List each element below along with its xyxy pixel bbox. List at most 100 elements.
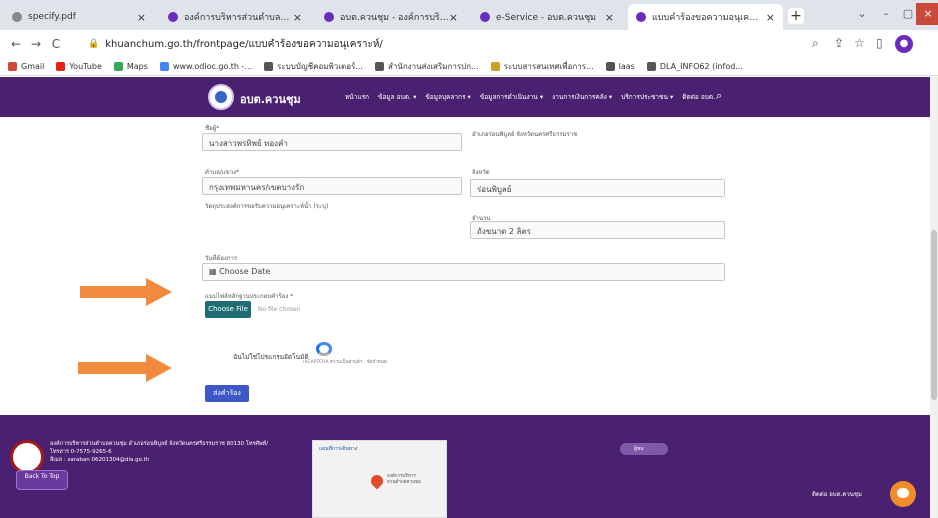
choose-file-button[interactable]: Choose File bbox=[205, 301, 251, 318]
close-icon[interactable]: × bbox=[766, 11, 775, 24]
close-icon[interactable]: × bbox=[293, 11, 302, 24]
district-label: ตำบล/แขวง* bbox=[205, 169, 240, 176]
purpose-label: วัตถุประสงค์การขอรับความอนุเคราะห์น้ำ (ร… bbox=[205, 203, 329, 210]
bookmark-maps[interactable]: Maps bbox=[113, 62, 148, 71]
recaptcha-label[interactable]: ฉันไม่ใช่โปรแกรมอัตโนมัติ bbox=[233, 352, 309, 362]
tab-title: แบบคำร้องขอความอนุเคราะห์น้ำแก bbox=[652, 13, 762, 23]
no-file-text: No file chosen bbox=[258, 306, 301, 313]
nav-home[interactable]: หน้าแรก bbox=[345, 92, 369, 102]
bookmark-youtube[interactable]: YouTube bbox=[56, 62, 102, 71]
chat-icon[interactable] bbox=[890, 481, 916, 507]
scrollbar-thumb[interactable] bbox=[931, 230, 937, 400]
name-label: ชื่อผู้* bbox=[205, 125, 220, 132]
tab-title: specify.pdf bbox=[28, 12, 76, 22]
visitor-counter: ผู้ชม bbox=[620, 443, 668, 455]
url-text: khuanchum.go.th/frontpage/แบบคำร้องขอควา… bbox=[105, 38, 383, 50]
bookmark-7[interactable]: ระบบสารสนเทศเพื่อการ... bbox=[490, 60, 594, 73]
footer-address: องค์การบริหารส่วนตำบลควนชุม อำเภอร่อนพิบ… bbox=[50, 441, 269, 463]
attach-label: แนบไฟล์หลักฐานประกอบคำร้อง * bbox=[205, 293, 294, 300]
contact-label[interactable]: ติดต่อ อบต.ควนชุม bbox=[812, 489, 862, 499]
youtube-icon bbox=[56, 62, 66, 71]
province-label: จังหวัด bbox=[472, 169, 490, 176]
star-icon[interactable]: ☆ bbox=[854, 36, 865, 50]
address-bar[interactable]: 🔒 khuanchum.go.th/frontpage/แบบคำร้องขอค… bbox=[88, 35, 383, 53]
close-icon[interactable]: × bbox=[449, 11, 458, 24]
date-label: วันที่ต้องการ bbox=[205, 255, 238, 262]
district-field[interactable]: กรุงเทพมหานคร/เขตบางรัก bbox=[202, 177, 462, 195]
site-footer: องค์การบริหารส่วนตำบลควนชุม อำเภอร่อนพิบ… bbox=[0, 415, 930, 518]
nav-contact[interactable]: ติดต่อ อบต. bbox=[682, 92, 715, 102]
nav-about[interactable]: ข้อมูล อบต. ▾ bbox=[378, 92, 416, 102]
site-logo[interactable] bbox=[208, 84, 234, 110]
browser-tab-1[interactable]: specify.pdf × bbox=[4, 4, 154, 30]
calendar-icon: ▦ bbox=[209, 267, 220, 276]
site-brand[interactable]: อบต.ควนชุม bbox=[240, 90, 301, 108]
browser-toolbar: ← → C 🔒 khuanchum.go.th/frontpage/แบบคำร… bbox=[0, 30, 938, 58]
bookmark-label: ระบบสารสนเทศเพื่อการ... bbox=[503, 62, 594, 71]
submit-button[interactable]: ส่งคำร้อง bbox=[205, 385, 249, 402]
date-picker[interactable]: ▦ Choose Date bbox=[202, 263, 725, 281]
location-note: อำเภอร่อนพิบูลย์ จังหวัดนครศรีธรรมราช bbox=[472, 131, 578, 138]
annotation-arrow-icon bbox=[80, 278, 172, 306]
pdf-icon bbox=[12, 12, 22, 22]
search-icon[interactable]: ⌕ bbox=[716, 89, 722, 103]
back-to-top-button[interactable]: Back To Top bbox=[16, 470, 68, 490]
minimize-icon[interactable]: – bbox=[874, 3, 898, 25]
bookmark-gmail[interactable]: Gmail bbox=[8, 62, 44, 71]
bookmark-label: Gmail bbox=[21, 62, 45, 71]
browser-tab-3[interactable]: อบต.ควนชุม - องค์การบริหารส่วน × bbox=[316, 4, 466, 30]
profile-avatar[interactable]: ● bbox=[895, 35, 913, 53]
bookmark-label: DLA_INFO62 (infod... bbox=[659, 62, 743, 71]
close-icon[interactable]: × bbox=[137, 11, 146, 24]
globe-icon bbox=[646, 62, 656, 71]
map-pin-icon bbox=[368, 472, 386, 490]
nav-finance[interactable]: งานการเงินการคลัง ▾ bbox=[552, 92, 612, 102]
lock-icon: 🔒 bbox=[88, 39, 100, 49]
globe-icon bbox=[374, 62, 384, 71]
site-navbar: อบต.ควนชุม หน้าแรก ข้อมูล อบต. ▾ ข้อมูลบ… bbox=[0, 77, 930, 117]
recaptcha-icon bbox=[316, 342, 332, 356]
nav-operations[interactable]: ข้อมูลการดำเนินงาน ▾ bbox=[480, 92, 543, 102]
close-icon[interactable]: × bbox=[605, 11, 614, 24]
bookmark-label: www.odloc.go.th -... bbox=[172, 62, 253, 71]
nav-staff[interactable]: ข้อมูลบุคลากร ▾ bbox=[425, 92, 470, 102]
bookmark-laas[interactable]: laas bbox=[605, 62, 635, 71]
footer-map[interactable]: แผนที่การเดินทาง องค์การบริหาร ส่วนตำบลค… bbox=[312, 440, 447, 518]
request-form: ชื่อผู้* นางสาวพรทิพย์ ทองคำ อำเภอร่อนพิ… bbox=[0, 117, 930, 415]
map-title: แผนที่การเดินทาง bbox=[319, 446, 358, 452]
site-nav-links: หน้าแรก ข้อมูล อบต. ▾ ข้อมูลบุคลากร ▾ ข้… bbox=[345, 92, 724, 102]
browser-tab-2[interactable]: องค์การบริหารส่วนตำบลควนชุม - × bbox=[160, 4, 310, 30]
chevron-down-icon[interactable]: ⌄ bbox=[850, 3, 874, 25]
bookmark-label: ระบบบัญชีคอมพิวเตอร์... bbox=[277, 62, 363, 71]
bookmark-odloc[interactable]: www.odloc.go.th -... bbox=[159, 62, 253, 71]
date-placeholder: Choose Date bbox=[219, 267, 271, 276]
back-icon[interactable]: ← bbox=[6, 37, 26, 51]
browser-tab-strip: specify.pdf × องค์การบริหารส่วนตำบลควนชุ… bbox=[0, 0, 938, 30]
globe-icon bbox=[264, 62, 274, 71]
globe-icon bbox=[490, 62, 500, 71]
browser-tab-5[interactable]: แบบคำร้องขอความอนุเคราะห์น้ำแก × bbox=[628, 4, 783, 30]
zoom-icon[interactable]: ⌕ bbox=[812, 36, 819, 51]
bookmark-label: สำนักงานส่งเสริมการปก... bbox=[387, 62, 479, 71]
tab-title: องค์การบริหารส่วนตำบลควนชุม - bbox=[184, 13, 294, 23]
share-icon[interactable]: ⇪ bbox=[834, 36, 844, 50]
bookmark-5[interactable]: ระบบบัญชีคอมพิวเตอร์... bbox=[264, 60, 363, 73]
nav-services[interactable]: บริการประชาชน ▾ bbox=[621, 92, 673, 102]
bookmark-dla-info[interactable]: DLA_INFO62 (infod... bbox=[646, 62, 743, 71]
window-close-icon[interactable]: × bbox=[916, 3, 938, 25]
maps-icon bbox=[113, 62, 123, 71]
reload-icon[interactable]: C bbox=[46, 37, 66, 51]
sidepanel-icon[interactable]: ▯ bbox=[876, 36, 883, 50]
bookmarks-bar: Gmail YouTube Maps www.odloc.go.th -... … bbox=[0, 58, 938, 76]
new-tab-button[interactable]: + bbox=[788, 8, 804, 24]
site-icon bbox=[480, 12, 490, 22]
bookmark-6[interactable]: สำนักงานส่งเสริมการปก... bbox=[374, 60, 479, 73]
bookmark-label: Maps bbox=[126, 62, 148, 71]
amount-field[interactable]: ถังขนาด 2 ลิตร bbox=[470, 221, 725, 239]
province-field[interactable]: ร่อนพิบูลย์ bbox=[470, 179, 725, 197]
footer-emblem bbox=[10, 440, 44, 474]
forward-icon[interactable]: → bbox=[26, 37, 46, 51]
name-field[interactable]: นางสาวพรทิพย์ ทองคำ bbox=[202, 133, 462, 151]
map-place: องค์การบริหาร ส่วนตำบลควนชุม bbox=[387, 474, 422, 485]
browser-tab-4[interactable]: e-Service - อบต.ควนชุม × bbox=[472, 4, 622, 30]
